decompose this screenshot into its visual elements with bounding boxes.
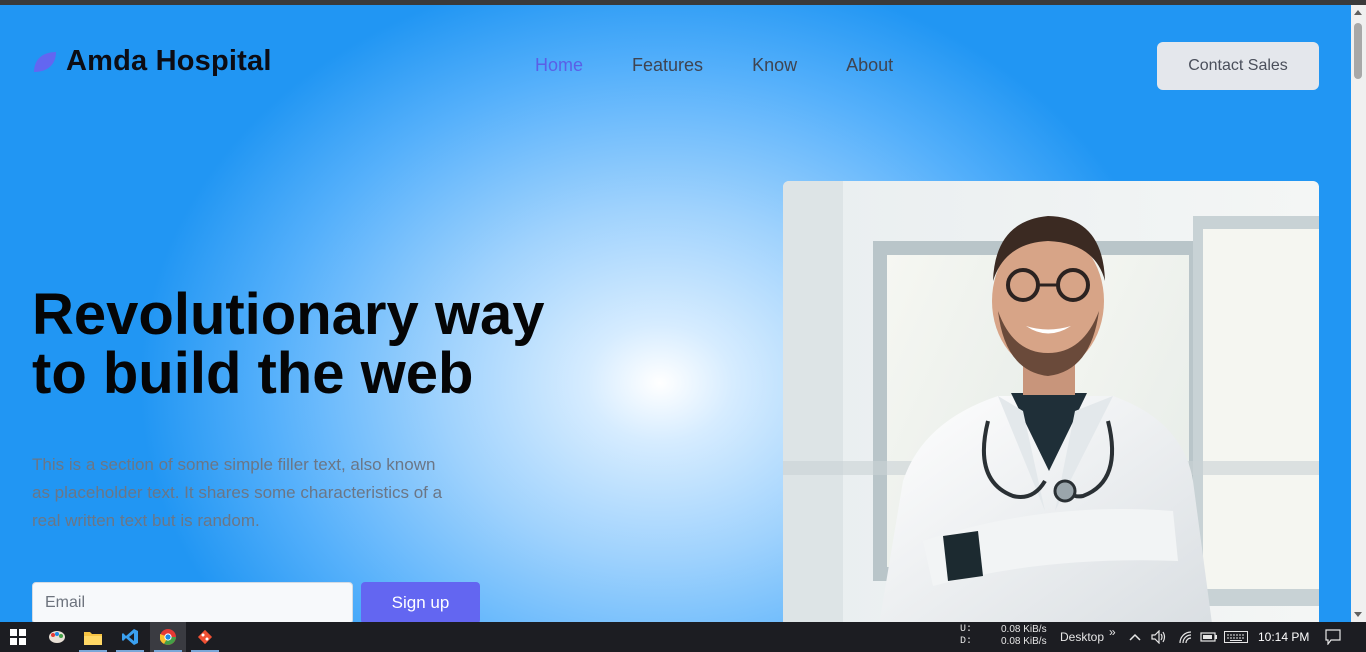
hero-title: Revolutionary way to build the web	[32, 285, 632, 403]
hero-description-line-1: This is a section of some simple filler …	[32, 455, 436, 474]
net-up-value: 0.08 KiB/s	[1001, 624, 1047, 635]
scroll-up-arrow-icon[interactable]	[1354, 10, 1362, 15]
vscode-icon[interactable]	[112, 622, 148, 652]
hero-title-line-1: Revolutionary way	[32, 282, 545, 347]
net-down-value: 0.08 KiB/s	[1001, 636, 1047, 647]
nav-about[interactable]: About	[846, 55, 893, 76]
email-input[interactable]	[32, 582, 353, 622]
contact-sales-button[interactable]: Contact Sales	[1157, 42, 1319, 90]
show-hidden-icons-chevron-icon[interactable]	[1129, 629, 1141, 645]
nav-know[interactable]: Know	[752, 55, 797, 76]
hero-description-line-3: real written text but is random.	[32, 511, 260, 530]
net-speed-labels: U: D:	[960, 624, 972, 648]
nav-home[interactable]: Home	[535, 55, 583, 76]
scroll-down-arrow-icon[interactable]	[1354, 612, 1362, 617]
hero-description-line-2: as placeholder text. It shares some char…	[32, 483, 443, 502]
volume-icon[interactable]	[1151, 629, 1167, 645]
toolbar-expand-chevron-icon[interactable]: »	[1109, 625, 1116, 639]
file-explorer-icon[interactable]	[75, 622, 111, 652]
chrome-icon[interactable]	[150, 622, 186, 652]
net-up-label: U:	[960, 624, 973, 635]
net-speed-values: 0.08 KiB/s 0.08 KiB/s	[1001, 624, 1047, 648]
keyboard-icon[interactable]	[1224, 629, 1248, 645]
main-nav: Home Features Know About	[535, 55, 942, 76]
vertical-scrollbar[interactable]	[1351, 5, 1366, 622]
desktop-toolbar-label[interactable]: Desktop	[1060, 630, 1104, 644]
paint-app-icon[interactable]	[39, 622, 75, 652]
net-down-label: D:	[960, 636, 973, 647]
signup-button[interactable]: Sign up	[361, 582, 480, 622]
page-viewport: Amda Hospital Home Features Know About C…	[0, 5, 1351, 622]
windows-start-icon[interactable]	[0, 622, 36, 652]
taskbar-clock[interactable]: 10:14 PM	[1258, 630, 1309, 644]
git-icon[interactable]	[187, 622, 223, 652]
site-logo[interactable]: Amda Hospital	[32, 45, 272, 78]
doctor-photo	[783, 181, 1319, 622]
hero-description: This is a section of some simple filler …	[32, 451, 472, 535]
leaf-logo-icon	[34, 51, 56, 72]
battery-icon[interactable]	[1200, 629, 1218, 645]
scroll-thumb[interactable]	[1354, 23, 1362, 79]
doctor-illustration	[783, 181, 1319, 622]
brand-name: Amda Hospital	[66, 45, 272, 77]
action-center-icon[interactable]	[1325, 629, 1341, 645]
nav-features[interactable]: Features	[632, 55, 703, 76]
hero-title-line-2: to build the web	[32, 341, 474, 406]
windows-taskbar: U: D: 0.08 KiB/s 0.08 KiB/s Desktop » 10…	[0, 622, 1366, 652]
wifi-icon[interactable]	[1178, 629, 1194, 645]
